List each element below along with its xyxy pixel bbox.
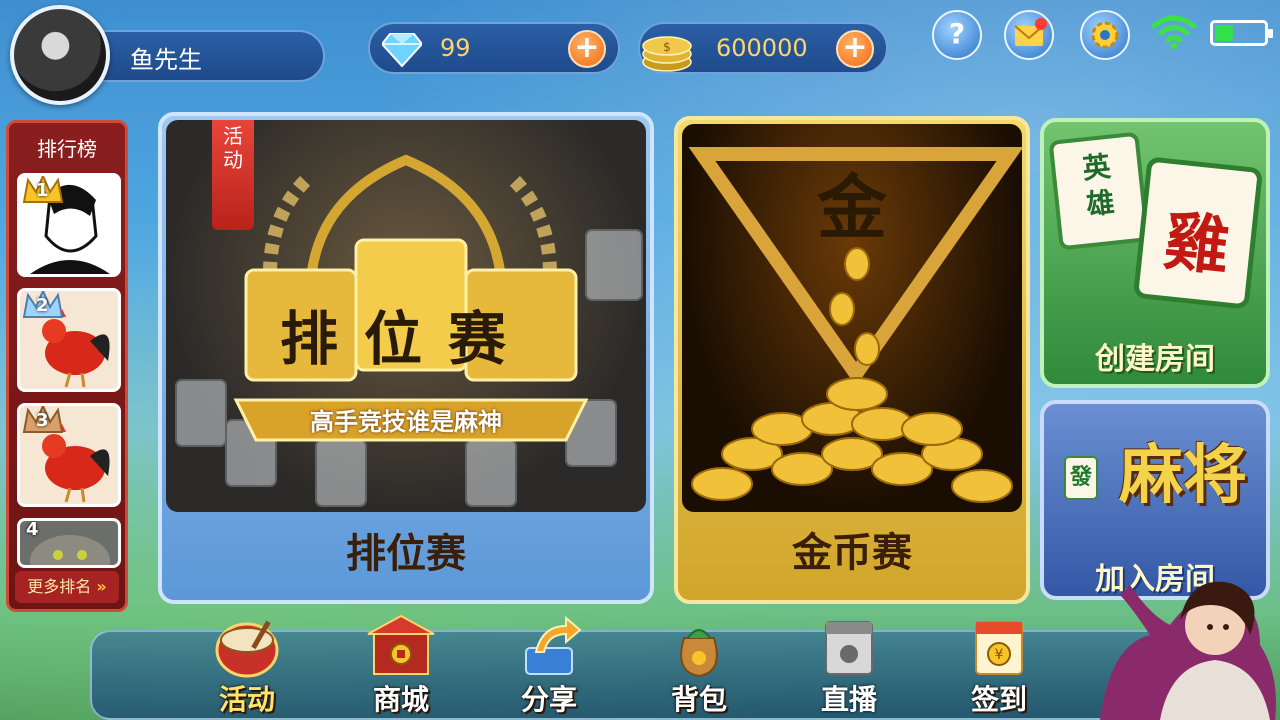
rank-entry-1[interactable]: 1 <box>17 173 121 277</box>
nav-live-label: 直播 <box>820 683 877 716</box>
ranking-title: 排行榜 <box>37 137 97 161</box>
nav-live[interactable]: 直播 <box>794 612 904 720</box>
ranked-match-label: 排位赛 <box>346 530 466 577</box>
double-chevron-icon: » <box>96 577 107 596</box>
nav-share-label: 分享 <box>520 683 577 716</box>
rank-number: 2 <box>36 295 49 316</box>
nav-signin[interactable]: ¥ 签到 <box>944 612 1054 720</box>
diamond-counter: 99 + <box>368 22 620 74</box>
ranked-banner-subtitle: 高手竞技谁是麻神 <box>310 408 502 436</box>
mahjong-logo: 麻将 <box>1119 438 1247 513</box>
ranked-match-card[interactable]: 活动 排位赛 高手竞技谁是麻神 排位赛 <box>158 112 654 604</box>
user-name-pill[interactable] <box>80 30 325 82</box>
nav-backpack-label: 背包 <box>670 683 727 716</box>
tile-chicken-text: 雞 <box>1161 203 1233 286</box>
diamond-icon <box>382 33 422 68</box>
create-room-card[interactable]: 英雄 雞 创建房间 <box>1040 118 1270 388</box>
nav-share[interactable]: 分享 <box>494 612 604 720</box>
user-avatar[interactable] <box>10 5 110 105</box>
drum-icon <box>215 620 279 678</box>
rank-number: 1 <box>36 180 49 201</box>
calendar-video-icon <box>825 621 873 675</box>
share-arrow-icon <box>525 615 582 675</box>
rank-entry-2[interactable]: 2 <box>17 288 121 392</box>
user-name: 鱼先生 <box>130 46 202 74</box>
tile-hero-text: 英雄 <box>1080 149 1116 222</box>
svg-text:¥: ¥ <box>995 647 1004 663</box>
nav-shop[interactable]: 商城 <box>346 612 456 720</box>
nav-signin-label: 签到 <box>970 683 1027 716</box>
rank-number: 3 <box>36 410 49 431</box>
gold-coin-match-card[interactable]: 金 金币赛 <box>674 116 1030 604</box>
bag-icon <box>680 629 718 678</box>
settings-icon[interactable] <box>1080 10 1130 60</box>
nav-activity-label: 活动 <box>218 683 275 716</box>
add-coin-button[interactable]: + <box>836 30 874 68</box>
tile-small-text: 發 <box>1069 465 1092 490</box>
rank-entry-3[interactable]: 3 <box>17 403 121 507</box>
coin-stack-icon: $ <box>642 36 692 72</box>
create-room-label: 创建房间 <box>1095 342 1215 377</box>
help-icon[interactable]: ? <box>932 10 982 60</box>
nav-backpack[interactable]: 背包 <box>644 612 754 720</box>
mahjong-tile-hero: 英雄 <box>1048 131 1150 251</box>
nav-activity[interactable]: 活动 <box>192 612 302 720</box>
activity-badge-label: 活动 <box>223 124 243 172</box>
more-ranking-button[interactable]: 更多排名 » <box>15 571 119 603</box>
ranking-panel: 排行榜 1 2 3 4 更多排名 » <box>6 120 128 612</box>
battery-icon <box>1210 20 1273 46</box>
coin-count: 600000 <box>716 34 808 62</box>
coin-counter: $ 600000 + <box>638 22 888 74</box>
calendar-coin-icon: ¥ <box>975 621 1023 675</box>
rank-entry-4[interactable]: 4 <box>17 518 121 568</box>
gold-coin-match-label: 金币赛 <box>792 529 912 576</box>
add-diamond-button[interactable]: + <box>568 30 606 68</box>
mail-icon[interactable] <box>1004 10 1054 60</box>
gold-emblem-character: 金 <box>817 166 887 249</box>
shop-building-icon <box>367 614 435 675</box>
nav-shop-label: 商城 <box>372 683 429 716</box>
ranked-match-art: 活动 排位赛 高手竞技谁是麻神 <box>166 120 646 512</box>
svg-text:$: $ <box>663 40 671 54</box>
rank-number: 4 <box>26 519 39 540</box>
gold-coin-art: 金 <box>682 124 1022 512</box>
wifi-icon <box>1151 15 1197 50</box>
mahjong-tile-chicken: 雞 <box>1132 156 1264 310</box>
more-ranking-label: 更多排名 <box>27 577 92 596</box>
mascot-girl <box>1100 581 1276 720</box>
mahjong-tile-small: 發 <box>1064 456 1098 500</box>
diamond-count: 99 <box>440 34 471 62</box>
activity-badge: 活动 <box>212 120 254 230</box>
ranked-banner-title: 排位赛 <box>279 305 532 373</box>
